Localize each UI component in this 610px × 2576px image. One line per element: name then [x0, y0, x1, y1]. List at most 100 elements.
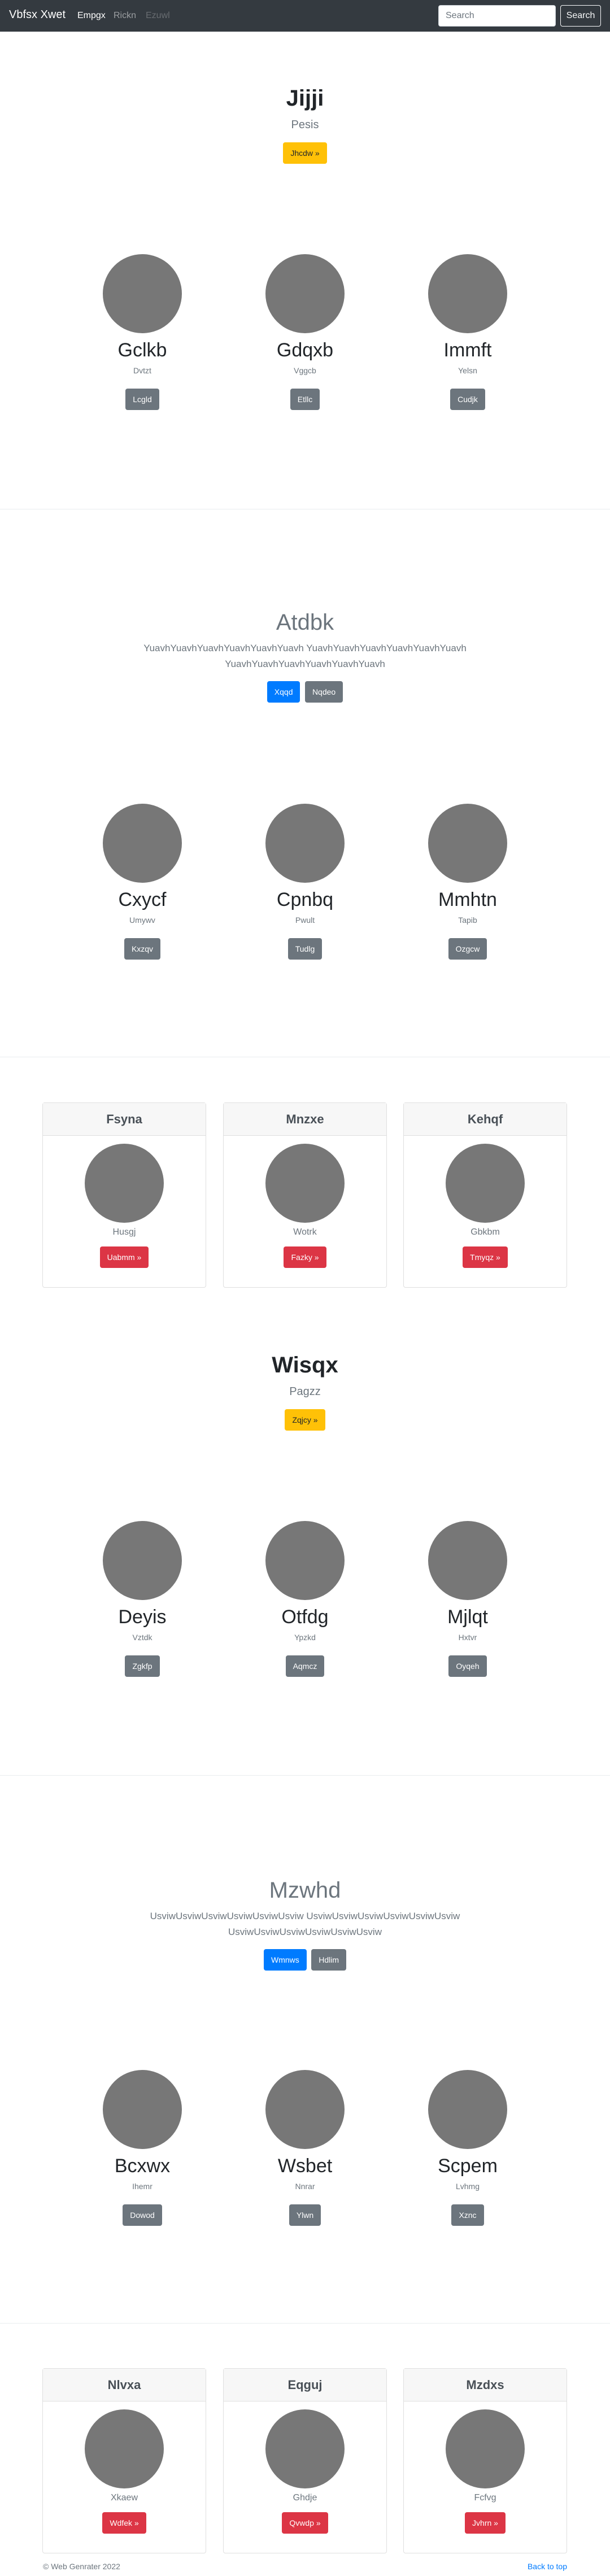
- feature-button[interactable]: Kxzqv: [124, 938, 161, 960]
- feature-column: Bcxwx Ihemr Dowod: [58, 2070, 227, 2226]
- feature-button[interactable]: Dowod: [123, 2204, 162, 2226]
- feature-button[interactable]: Xznc: [451, 2204, 484, 2226]
- nav-link-empgx[interactable]: Empgx: [77, 11, 106, 21]
- hero-title: Mzwhd: [269, 1878, 341, 1903]
- feature-row-2: Cxycf Umywv Kxzqv Cpnbq Pwult Tudlg Mmht…: [0, 804, 610, 973]
- hero-subtitle: UsviwUsviwUsviwUsviwUsviwUsviw UsviwUsvi…: [150, 1911, 460, 1937]
- feature-subtitle: Vztdk: [132, 1633, 152, 1642]
- footer: © Web Genrater 2022 Back to top: [0, 2562, 610, 2576]
- placeholder-image: [85, 1144, 164, 1223]
- placeholder-image: [265, 1144, 345, 1223]
- feature-column: Scpem Lvhmg Xznc: [383, 2070, 552, 2226]
- placeholder-image: [428, 1521, 507, 1600]
- placeholder-image: [446, 2409, 525, 2488]
- section-divider: [0, 1775, 610, 1776]
- feature-button[interactable]: Zgkfp: [125, 1655, 160, 1677]
- feature-subtitle: Ihemr: [132, 2182, 152, 2191]
- feature-button[interactable]: Tudlg: [287, 938, 323, 960]
- nav-link-rickn[interactable]: Rickn: [114, 11, 136, 21]
- hero-secondary-button[interactable]: Hdlim: [311, 1949, 346, 1971]
- card-button[interactable]: Uabmm »: [99, 1246, 149, 1268]
- card-subtitle: Gbkbm: [470, 1227, 500, 1237]
- hero-subtitle: Pagzz: [289, 1385, 321, 1398]
- card-button[interactable]: Wdfek »: [102, 2512, 146, 2534]
- card-button[interactable]: Qvwdp »: [282, 2512, 328, 2534]
- feature-title: Wsbet: [277, 2155, 333, 2177]
- nav-link-ezuwl[interactable]: Ezuwl: [146, 11, 170, 21]
- feature-row-3: Deyis Vztdk Zgkfp Otfdg Ypzkd Aqmcz Mjlq…: [0, 1521, 610, 1690]
- hero-primary-button[interactable]: Wmnws: [263, 1949, 307, 1971]
- feature-column: Immft Yelsn Cudjk: [383, 254, 552, 410]
- card-subtitle: Husgj: [112, 1227, 136, 1237]
- feature-button[interactable]: Cudjk: [450, 389, 485, 410]
- placeholder-image: [265, 804, 345, 883]
- card-row-2: Nlvxa Xkaew Wdfek » Eqguj Ghdje Qvwdp » …: [0, 2368, 610, 2555]
- hero-section-3: Wisqx Pagzz Zqjcy »: [0, 1352, 610, 1431]
- placeholder-image: [103, 804, 182, 883]
- placeholder-image: [103, 254, 182, 333]
- navbar-brand[interactable]: Vbfsx Xwet: [9, 8, 66, 21]
- feature-subtitle: Pwult: [295, 916, 315, 925]
- feature-column: Gclkb Dvtzt Lcgld: [58, 254, 227, 410]
- feature-title: Mmhtn: [438, 889, 497, 910]
- search-input[interactable]: [438, 5, 556, 27]
- hero-section-4: Mzwhd UsviwUsviwUsviwUsviwUsviwUsviw Usv…: [0, 1877, 610, 1971]
- feature-subtitle: Ypzkd: [294, 1633, 316, 1642]
- navbar: Vbfsx Xwet Empgx Rickn Ezuwl Search: [0, 0, 610, 32]
- feature-column: Otfdg Ypzkd Aqmcz: [220, 1521, 390, 1677]
- placeholder-image: [428, 804, 507, 883]
- card: Mnzxe Wotrk Fazky »: [223, 1102, 387, 1288]
- feature-column: Wsbet Nnrar Ylwn: [220, 2070, 390, 2226]
- hero-title: Wisqx: [272, 1353, 338, 1378]
- card-header: Mzdxs: [404, 2369, 567, 2401]
- feature-column: Mmhtn Tapib Ozgcw: [383, 804, 552, 960]
- feature-title: Bcxwx: [114, 2155, 171, 2177]
- feature-title: Gclkb: [117, 339, 167, 361]
- hero-section-2: Atdbk YuavhYuavhYuavhYuavhYuavhYuavh Yua…: [0, 609, 610, 703]
- feature-title: Otfdg: [281, 1606, 329, 1628]
- placeholder-image: [265, 2070, 345, 2149]
- feature-subtitle: Tapib: [458, 916, 477, 925]
- card-header: Kehqf: [404, 1103, 567, 1136]
- hero-section-1: Jijji Pesis Jhcdw »: [0, 85, 610, 164]
- card: Nlvxa Xkaew Wdfek »: [42, 2368, 206, 2553]
- placeholder-image: [446, 1144, 525, 1223]
- hero-title: Jijji: [286, 86, 324, 111]
- hero-button[interactable]: Zqjcy »: [285, 1409, 325, 1431]
- section-divider: [0, 2323, 610, 2324]
- feature-button[interactable]: Aqmcz: [285, 1655, 325, 1677]
- card-button[interactable]: Tmyqz »: [463, 1246, 508, 1268]
- placeholder-image: [85, 2409, 164, 2488]
- placeholder-image: [428, 254, 507, 333]
- feature-button[interactable]: Etllc: [290, 389, 320, 410]
- search-button[interactable]: Search: [560, 5, 601, 27]
- card-button[interactable]: Jvhrn »: [465, 2512, 506, 2534]
- placeholder-image: [103, 1521, 182, 1600]
- feature-title: Gdqxb: [276, 339, 334, 361]
- hero-title: Atdbk: [276, 610, 334, 635]
- card-header: Nlvxa: [43, 2369, 206, 2401]
- feature-button[interactable]: Oyqeh: [448, 1655, 487, 1677]
- hero-subtitle: Pesis: [291, 119, 319, 131]
- hero-secondary-button[interactable]: Nqdeo: [304, 681, 343, 703]
- feature-button[interactable]: Lcgld: [125, 389, 159, 410]
- card: Eqguj Ghdje Qvwdp »: [223, 2368, 387, 2553]
- feature-row-4: Bcxwx Ihemr Dowod Wsbet Nnrar Ylwn Scpem…: [0, 2070, 610, 2239]
- card-header: Mnzxe: [224, 1103, 386, 1136]
- feature-subtitle: Vggcb: [294, 366, 316, 375]
- feature-button[interactable]: Ylwn: [289, 2204, 321, 2226]
- card-button[interactable]: Fazky »: [284, 1246, 326, 1268]
- placeholder-image: [428, 2070, 507, 2149]
- hero-primary-button[interactable]: Xqqd: [267, 681, 300, 703]
- feature-row-1: Gclkb Dvtzt Lcgld Gdqxb Vggcb Etllc Immf…: [0, 254, 610, 424]
- feature-subtitle: Umywv: [129, 916, 155, 925]
- feature-column: Cpnbq Pwult Tudlg: [220, 804, 390, 960]
- feature-title: Mjlqt: [447, 1606, 488, 1628]
- card-subtitle: Xkaew: [110, 2493, 138, 2503]
- feature-button[interactable]: Ozgcw: [448, 938, 487, 960]
- hero-button[interactable]: Jhcdw »: [283, 142, 327, 164]
- feature-title: Immft: [443, 339, 492, 361]
- placeholder-image: [265, 2409, 345, 2488]
- back-to-top-link[interactable]: Back to top: [528, 2562, 567, 2571]
- card-header: Fsyna: [43, 1103, 206, 1136]
